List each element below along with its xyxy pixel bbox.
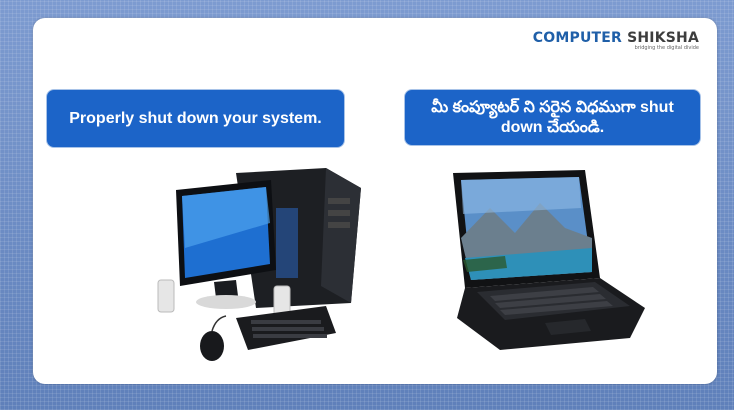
logo-wordmark: COMPUTER SHIKSHA xyxy=(533,30,699,46)
slide-card: COMPUTER SHIKSHA bridging the digital di… xyxy=(33,18,717,384)
english-caption: Properly shut down your system. xyxy=(46,89,345,148)
desktop-computer-image xyxy=(156,168,361,368)
telugu-caption: మీ కంప్యూటర్ ని సరైన విధముగా shut down చ… xyxy=(404,89,701,146)
logo-word-computer: COMPUTER xyxy=(532,30,623,46)
desktop-computer-icon xyxy=(157,168,361,361)
laptop-computer-icon xyxy=(453,170,645,350)
laptop-computer-image xyxy=(445,168,650,353)
logo-word-shiksha: SHIKSHA xyxy=(627,30,699,46)
computer-shiksha-logo: COMPUTER SHIKSHA bridging the digital di… xyxy=(533,30,699,51)
